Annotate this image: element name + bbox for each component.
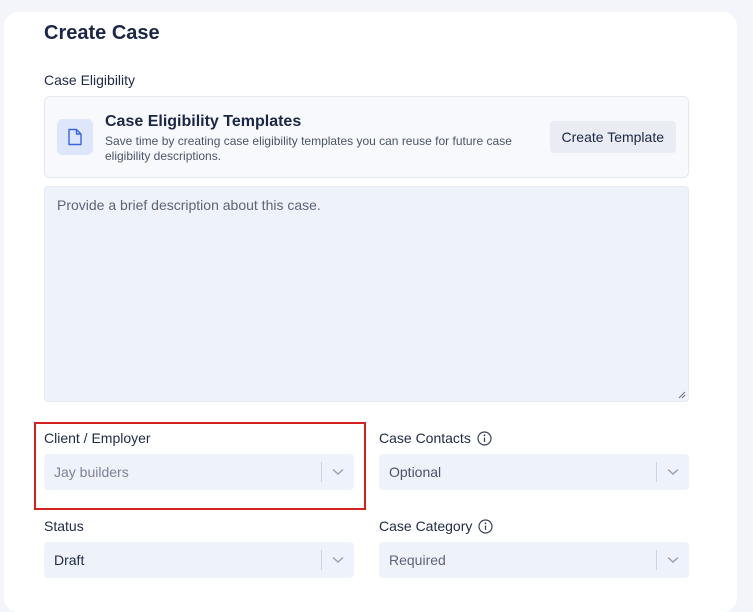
case-contacts-select[interactable]: Optional: [379, 454, 689, 490]
case-contacts-label-text: Case Contacts: [379, 430, 471, 446]
case-description-input[interactable]: [44, 186, 689, 402]
status-select[interactable]: Draft: [44, 542, 354, 578]
resize-handle-icon[interactable]: [678, 391, 686, 399]
status-value: Draft: [54, 552, 85, 568]
document-icon: [57, 119, 93, 155]
case-category-select[interactable]: Required: [379, 542, 689, 578]
chevron-down-icon[interactable]: [322, 556, 354, 564]
case-contacts-label: Case Contacts: [379, 430, 492, 446]
templates-description: Save time by creating case eligibility t…: [105, 134, 512, 163]
eligibility-templates-panel: Case Eligibility Templates Save time by …: [44, 96, 689, 178]
chevron-down-icon[interactable]: [657, 468, 689, 476]
case-category-label: Case Category: [379, 518, 493, 534]
case-eligibility-label: Case Eligibility: [44, 72, 136, 88]
status-label-text: Status: [44, 518, 84, 534]
case-category-label-text: Case Category: [379, 518, 473, 534]
page-title: Create Case: [44, 22, 160, 44]
info-icon[interactable]: [478, 518, 493, 534]
templates-title: Case Eligibility Templates: [105, 113, 302, 130]
info-icon[interactable]: [477, 430, 492, 446]
chevron-down-icon[interactable]: [657, 556, 689, 564]
case-category-value: Required: [389, 552, 446, 568]
status-label: Status: [44, 518, 84, 534]
create-template-button[interactable]: Create Template: [549, 121, 676, 153]
client-employer-highlight: [34, 422, 366, 510]
case-contacts-value: Optional: [389, 464, 442, 480]
